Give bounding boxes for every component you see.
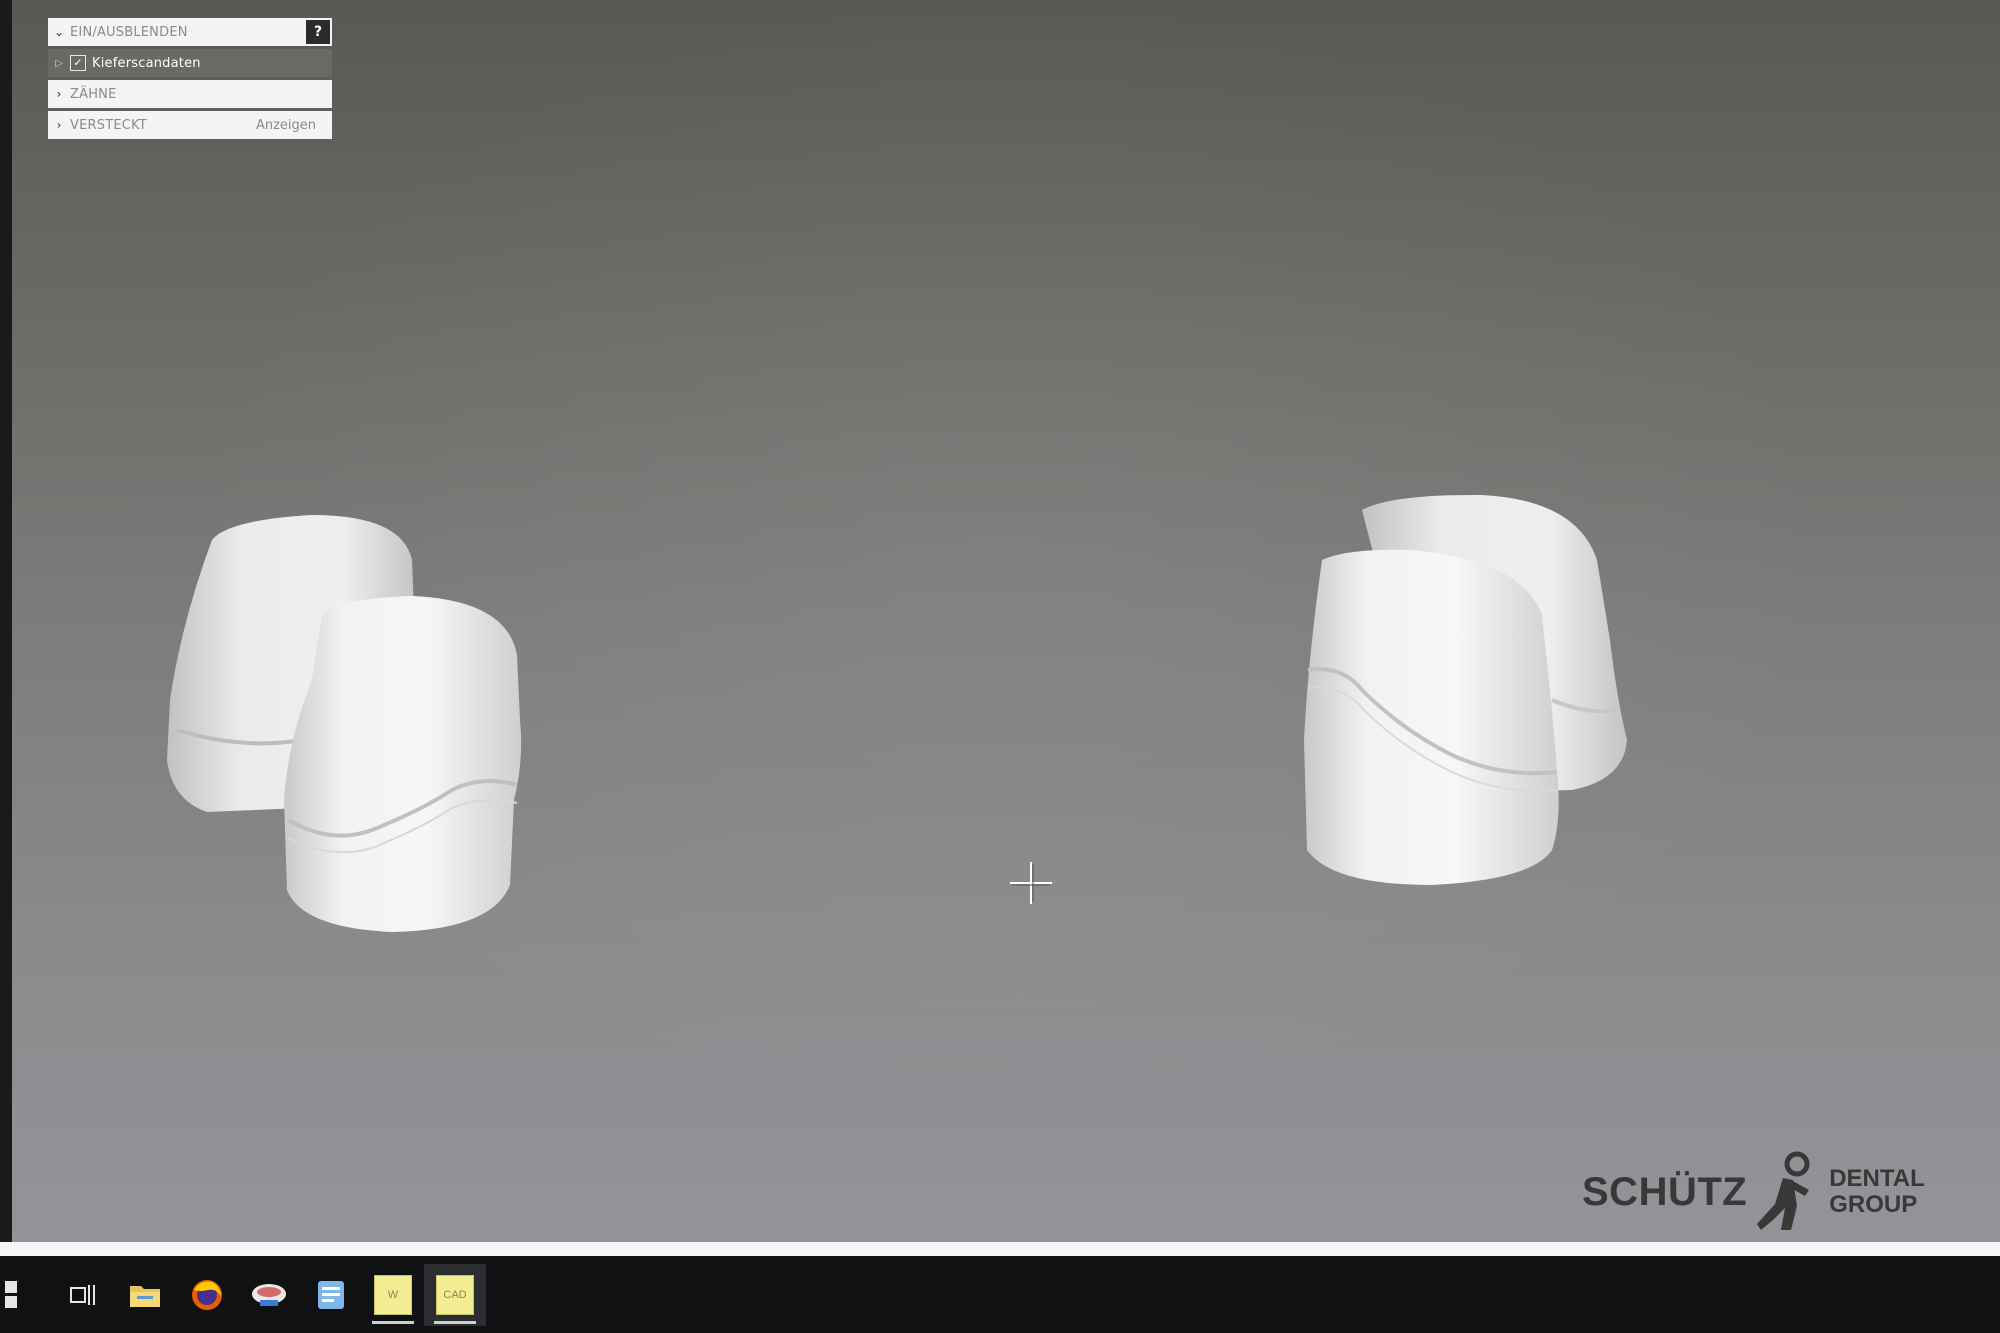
logo-figure-icon bbox=[1757, 1151, 1810, 1230]
right-front-die[interactable] bbox=[1304, 549, 1559, 885]
dental-app-button[interactable] bbox=[238, 1264, 300, 1326]
task-view-button[interactable] bbox=[52, 1264, 114, 1326]
logo-line-group: GROUP bbox=[1829, 1191, 1918, 1218]
start-button[interactable] bbox=[0, 1264, 24, 1326]
screen-edge-strip bbox=[0, 1242, 2000, 1256]
firefox-button[interactable] bbox=[176, 1264, 238, 1326]
logo-name: SCHÜTZ bbox=[1582, 1169, 1748, 1214]
3d-viewport[interactable]: ⌄ EIN/AUSBLENDEN ? ▷ ✓ Kieferscandaten ›… bbox=[12, 0, 2000, 1242]
dental-app-icon bbox=[252, 1283, 286, 1306]
file-explorer-icon bbox=[130, 1285, 160, 1307]
left-front-die[interactable] bbox=[284, 596, 522, 932]
file-explorer-button[interactable] bbox=[114, 1264, 176, 1326]
w-app-button[interactable]: W bbox=[362, 1264, 424, 1326]
taskbar: W CAD bbox=[0, 1256, 2000, 1333]
firefox-icon bbox=[192, 1279, 222, 1310]
logo-line-dental: DENTAL bbox=[1829, 1165, 1925, 1192]
cad-app-button[interactable]: CAD bbox=[424, 1263, 486, 1326]
3d-model-view[interactable] bbox=[12, 0, 2000, 1242]
document-app-icon bbox=[318, 1280, 344, 1309]
start-icon bbox=[5, 1280, 17, 1308]
schuetz-dental-group-logo: SCHÜTZ DENTAL GROUP bbox=[1582, 1150, 1925, 1234]
logo-subtitle: DENTAL GROUP bbox=[1829, 1166, 1925, 1218]
document-app-button[interactable] bbox=[300, 1264, 362, 1326]
cad-app-icon: CAD bbox=[436, 1274, 474, 1315]
w-app-icon: W bbox=[374, 1274, 412, 1315]
crosshair-cursor-icon bbox=[1010, 862, 1052, 904]
task-view-icon bbox=[70, 1284, 95, 1305]
